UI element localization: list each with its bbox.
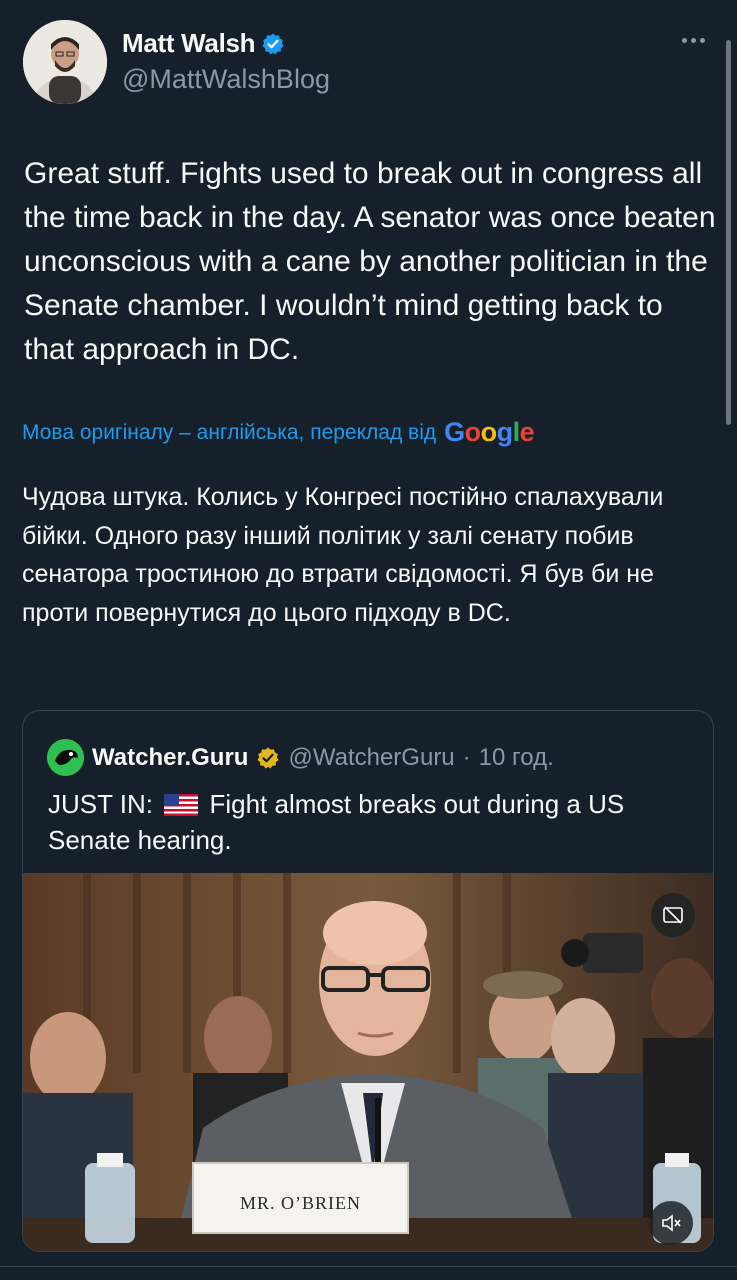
quoted-display-name[interactable]: Watcher.Guru [92, 744, 248, 772]
quoted-timestamp[interactable]: 10 год. [479, 744, 554, 772]
translated-text: Чудова штука. Колись у Конгресі постійно… [22, 483, 664, 627]
nameplate-text: MR. O’BRIEN [239, 1193, 361, 1213]
quoted-tweet-header: Watcher.Guru @WatcherGuru · 10 год. [47, 739, 554, 776]
author-avatar[interactable] [23, 20, 107, 104]
more-options-icon[interactable] [682, 30, 712, 50]
verified-badge-icon [261, 32, 285, 56]
quoted-tweet-text: JUST IN: Fight almost breaks out during … [48, 786, 688, 858]
quoted-text-prefix: JUST IN: [48, 789, 153, 819]
meta-separator: · [462, 743, 471, 771]
gold-verified-badge-icon [256, 746, 280, 770]
author-handle[interactable]: @MattWalshBlog [122, 64, 330, 95]
captions-off-icon[interactable] [661, 903, 685, 927]
quoted-handle[interactable]: @WatcherGuru [288, 744, 454, 772]
divider [0, 1266, 737, 1267]
google-logo: Google [444, 417, 535, 447]
scrollbar[interactable] [726, 40, 731, 425]
avatar-image [23, 20, 107, 104]
translation-attribution[interactable]: Мова оригіналу – англійська, переклад ві… [22, 417, 535, 448]
translation-label[interactable]: Мова оригіналу – англійська, переклад ві… [22, 421, 436, 445]
author-display-name[interactable]: Matt Walsh [122, 28, 256, 59]
author-name-row[interactable]: Matt Walsh [122, 28, 285, 59]
watcherguru-avatar[interactable] [47, 739, 84, 776]
tweet-text: Great stuff. Fights used to break out in… [24, 157, 716, 366]
us-flag-icon [164, 789, 199, 816]
video-thumbnail[interactable]: MR. O’BRIEN [23, 873, 713, 1251]
muted-speaker-icon[interactable] [659, 1211, 683, 1235]
quoted-tweet-card[interactable]: Watcher.Guru @WatcherGuru · 10 год. JUST… [22, 710, 714, 1252]
